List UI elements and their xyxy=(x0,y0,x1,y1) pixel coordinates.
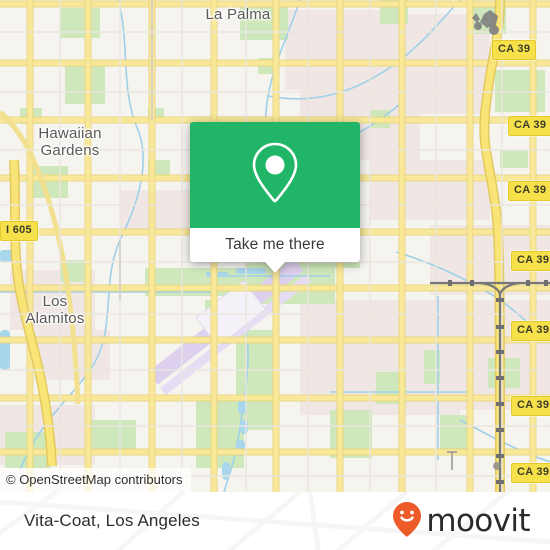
osm-attribution[interactable]: © OpenStreetMap contributors xyxy=(0,468,191,492)
shield-ca39-6: CA 39 xyxy=(511,396,550,416)
shield-ca39-7: CA 39 xyxy=(511,463,550,483)
map-pin-icon xyxy=(248,140,302,211)
map-canvas[interactable]: La Palma Hawaiian Gardens Los Alamitos C… xyxy=(0,0,550,492)
take-me-there-button[interactable]: Take me there xyxy=(190,228,360,262)
shield-ca39-3: CA 39 xyxy=(508,181,550,201)
place-title: Vita-Coat, Los Angeles xyxy=(24,511,200,530)
shield-ca39-2: CA 39 xyxy=(508,116,550,136)
moovit-wordmark: moovit xyxy=(426,502,530,539)
screenshot-root: La Palma Hawaiian Gardens Los Alamitos C… xyxy=(0,0,550,550)
take-me-there-label: Take me there xyxy=(225,236,325,253)
shield-i605: I 605 xyxy=(0,221,38,241)
shield-ca39-5: CA 39 xyxy=(511,321,550,341)
bottom-bar: Vita-Coat, Los Angeles moovit xyxy=(0,492,550,550)
popup-tail xyxy=(265,262,285,273)
moovit-smiley-pin-icon xyxy=(392,501,422,542)
shield-ca39-1: CA 39 xyxy=(492,40,537,60)
moovit-brand[interactable]: moovit xyxy=(392,492,531,550)
popup-image-area xyxy=(190,122,360,228)
map-popup[interactable]: Take me there xyxy=(190,122,360,273)
shield-ca39-4: CA 39 xyxy=(511,251,550,271)
